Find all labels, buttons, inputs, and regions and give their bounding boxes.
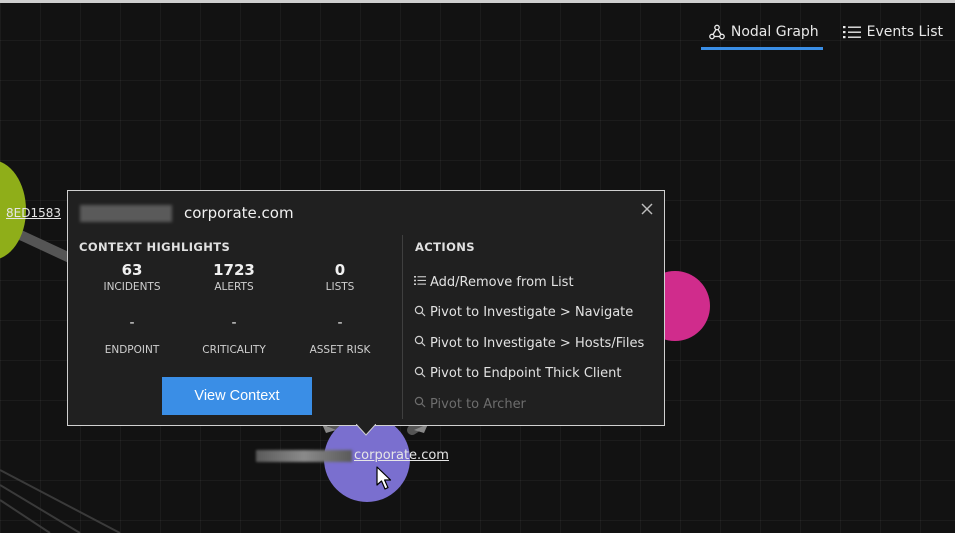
action-pivot-archer: Pivot to Archer [414,389,644,420]
metric-value: - [231,315,237,331]
action-label: Pivot to Investigate > Navigate [430,305,634,321]
action-pivot-hosts-files[interactable]: Pivot to Investigate > Hosts/Files [414,328,644,359]
metric-label: ALERTS [214,281,254,293]
node-label-purple[interactable]: corporate.com [256,448,449,463]
popup-caret [356,424,376,436]
metric-endpoint: - ENDPOINT [84,315,180,356]
tab-label: Nodal Graph [730,24,819,40]
popup-title: corporate.com [80,204,294,222]
metric-label: ENDPOINT [104,344,160,356]
mouse-cursor-icon [376,466,392,490]
action-label: Add/Remove from List [430,274,574,290]
metric-value: - [337,315,343,331]
metric-value: 1723 [213,261,255,279]
tab-nodal-graph[interactable]: Nodal Graph [700,22,823,50]
metric-value: 63 [121,261,143,279]
action-label: Pivot to Archer [430,396,526,412]
section-divider [402,235,403,419]
action-pivot-endpoint[interactable]: Pivot to Endpoint Thick Client [414,359,644,390]
metric-lists[interactable]: 0 LISTS [292,261,388,293]
metric-criticality: - CRITICALITY [186,315,282,356]
search-icon [414,396,426,412]
metric-alerts[interactable]: 1723 ALERTS [186,261,282,293]
context-popup: corporate.com CONTEXT HIGHLIGHTS 63 INCI… [67,190,665,426]
popup-title-text: corporate.com [184,204,294,222]
actions-heading: ACTIONS [415,240,475,254]
redacted-text [80,204,172,222]
metric-label: LISTS [325,281,355,293]
search-icon [414,305,426,321]
view-context-button[interactable]: View Context [162,377,312,415]
view-tabs: Nodal Graph Events List [700,22,947,50]
search-icon [414,366,426,382]
metric-label: ASSET RISK [309,344,371,356]
metric-value: - [129,315,135,331]
close-icon [641,203,653,215]
metric-label: INCIDENTS [103,281,161,293]
metric-asset-risk: - ASSET RISK [292,315,388,356]
list-icon [842,24,861,40]
search-icon [414,335,426,351]
nodal-graph-icon [709,24,725,40]
redacted-text [256,449,352,462]
actions-list: Add/Remove from List Pivot to Investigat… [414,267,644,420]
context-highlights-heading: CONTEXT HIGHLIGHTS [79,240,231,254]
graph-edge [0,499,51,533]
metric-label: CRITICALITY [202,344,266,356]
close-button[interactable] [640,201,654,215]
action-label: Pivot to Endpoint Thick Client [430,366,622,382]
node-label-purple-text: corporate.com [354,448,449,463]
node-label-green[interactable]: 8ED1583 [6,206,61,220]
tab-events-list[interactable]: Events List [835,22,947,50]
list-icon [414,275,426,290]
action-add-remove-list[interactable]: Add/Remove from List [414,267,644,298]
graph-edge [0,469,121,533]
metric-value: 0 [334,261,346,279]
action-pivot-navigate[interactable]: Pivot to Investigate > Navigate [414,298,644,329]
metric-incidents[interactable]: 63 INCIDENTS [84,261,180,293]
action-label: Pivot to Investigate > Hosts/Files [430,335,645,351]
tab-label: Events List [866,24,943,40]
